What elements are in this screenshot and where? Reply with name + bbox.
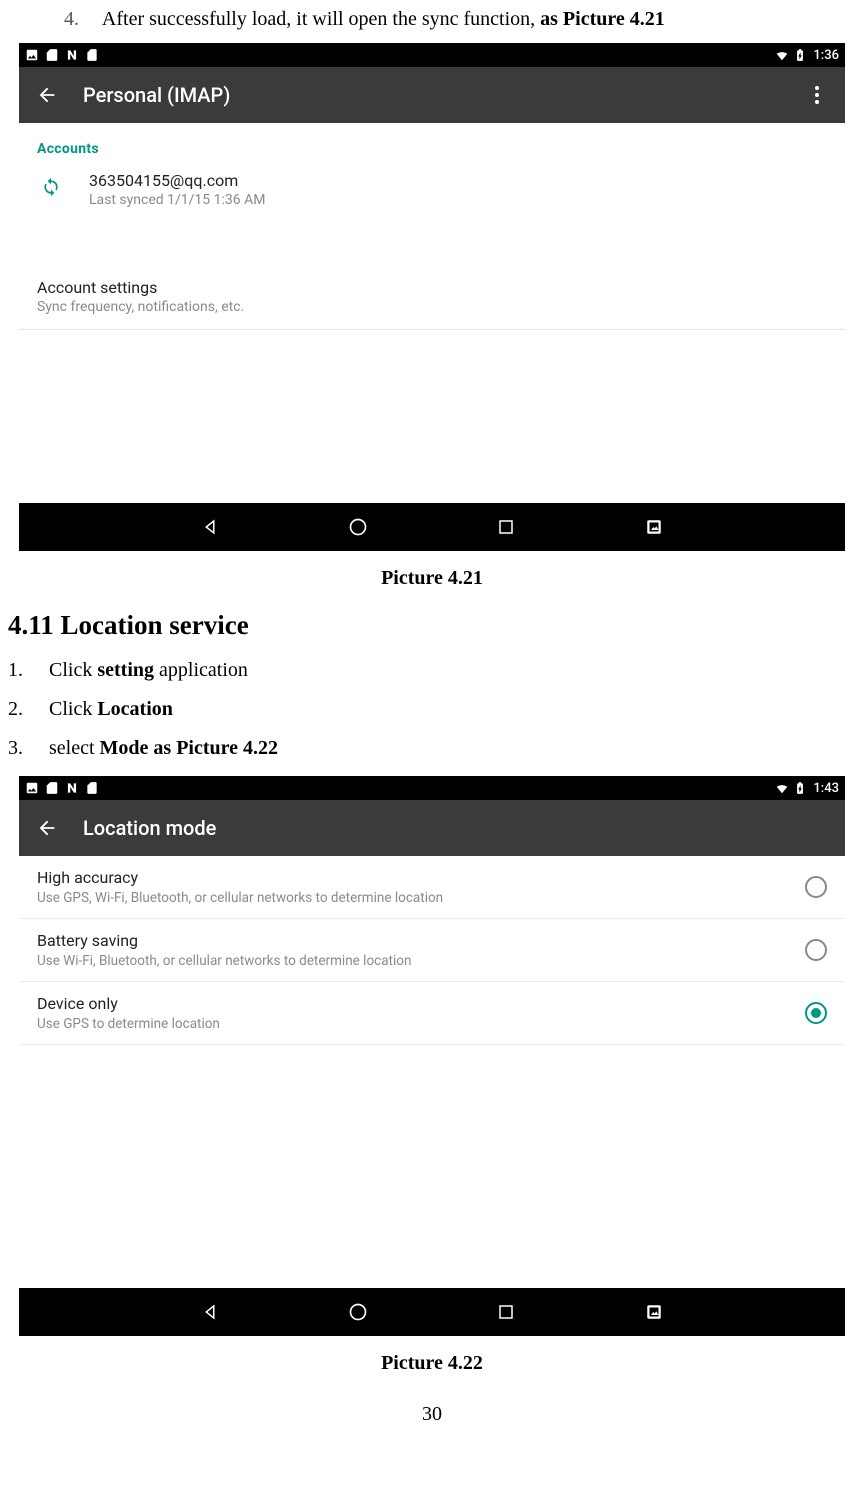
sync-icon <box>37 173 65 201</box>
nav-home-button[interactable] <box>344 1298 372 1326</box>
nav-back-button[interactable] <box>196 1298 224 1326</box>
account-row[interactable]: 363504155@qq.com Last synced 1/1/15 1:36… <box>19 171 845 226</box>
doc-step-4: 4. After successfully load, it will open… <box>64 8 860 31</box>
nav-recent-button[interactable] <box>492 513 520 541</box>
nav-back-button[interactable] <box>196 513 224 541</box>
status-bar: 1:36 <box>19 43 845 67</box>
status-clock: 1:36 <box>813 48 839 63</box>
navigation-bar <box>19 503 845 551</box>
option-subtitle: Use GPS to determine location <box>37 1016 805 1032</box>
doc-step-2: 2. Click Location <box>8 698 856 721</box>
sd-icon <box>85 48 99 62</box>
doc-step-3: 3. select Mode as Picture 4.22 <box>8 737 856 760</box>
wifi-icon <box>775 781 789 795</box>
status-bar: 1:43 <box>19 776 845 800</box>
option-battery-saving[interactable]: Battery saving Use Wi-Fi, Bluetooth, or … <box>19 919 845 982</box>
back-button[interactable] <box>27 808 67 848</box>
sim-icon <box>45 781 59 795</box>
content-area: High accuracy Use GPS, Wi-Fi, Bluetooth,… <box>19 856 845 1288</box>
wifi-icon <box>775 48 789 62</box>
caption-4-22: Picture 4.22 <box>4 1352 860 1375</box>
step-bold: as Picture 4.21 <box>540 8 665 30</box>
n-icon <box>65 48 79 62</box>
option-title: High accuracy <box>37 868 805 887</box>
app-bar: Location mode <box>19 800 845 856</box>
account-settings-row[interactable]: Account settings Sync frequency, notific… <box>19 276 845 329</box>
radio-icon[interactable] <box>805 876 827 898</box>
option-device-only[interactable]: Device only Use GPS to determine locatio… <box>19 982 845 1045</box>
doc-step-1: 1. Click setting application <box>8 659 856 682</box>
option-subtitle: Use Wi-Fi, Bluetooth, or cellular networ… <box>37 953 805 969</box>
option-subtitle: Use GPS, Wi-Fi, Bluetooth, or cellular n… <box>37 890 805 906</box>
battery-charging-icon <box>793 781 807 795</box>
step-number: 4. <box>64 8 98 31</box>
radio-icon[interactable] <box>805 939 827 961</box>
nav-home-button[interactable] <box>344 513 372 541</box>
account-settings-sub: Sync frequency, notifications, etc. <box>37 299 827 315</box>
section-heading: 4.11 Location service <box>8 610 856 641</box>
radio-icon-selected[interactable] <box>805 1002 827 1024</box>
account-settings-title: Account settings <box>37 278 827 297</box>
content-area: Accounts 363504155@qq.com Last synced 1/… <box>19 123 845 503</box>
screenshot-location-mode: 1:43 Location mode High accuracy Use GPS… <box>19 776 845 1336</box>
back-button[interactable] <box>27 75 67 115</box>
option-high-accuracy[interactable]: High accuracy Use GPS, Wi-Fi, Bluetooth,… <box>19 856 845 919</box>
sim-icon <box>45 48 59 62</box>
n-icon <box>65 781 79 795</box>
app-bar-title: Personal (IMAP) <box>83 83 797 107</box>
status-clock: 1:43 <box>813 781 839 796</box>
app-bar: Personal (IMAP) <box>19 67 845 123</box>
image-icon <box>25 781 39 795</box>
app-bar-title: Location mode <box>83 816 837 840</box>
page-number: 30 <box>4 1403 860 1426</box>
account-sync-status: Last synced 1/1/15 1:36 AM <box>89 192 265 208</box>
navigation-bar <box>19 1288 845 1336</box>
account-email: 363504155@qq.com <box>89 171 265 190</box>
image-icon <box>25 48 39 62</box>
step-text: After successfully load, it will open th… <box>102 8 540 30</box>
nav-recent-button[interactable] <box>492 1298 520 1326</box>
option-title: Battery saving <box>37 931 805 950</box>
sd-icon <box>85 781 99 795</box>
nav-screenshot-button[interactable] <box>640 1298 668 1326</box>
option-title: Device only <box>37 994 805 1013</box>
accounts-subheader: Accounts <box>19 123 845 171</box>
nav-screenshot-button[interactable] <box>640 513 668 541</box>
caption-4-21: Picture 4.21 <box>4 567 860 590</box>
battery-charging-icon <box>793 48 807 62</box>
screenshot-personal-imap: 1:36 Personal (IMAP) Accounts 363504155@… <box>19 43 845 551</box>
overflow-menu-button[interactable] <box>797 75 837 115</box>
